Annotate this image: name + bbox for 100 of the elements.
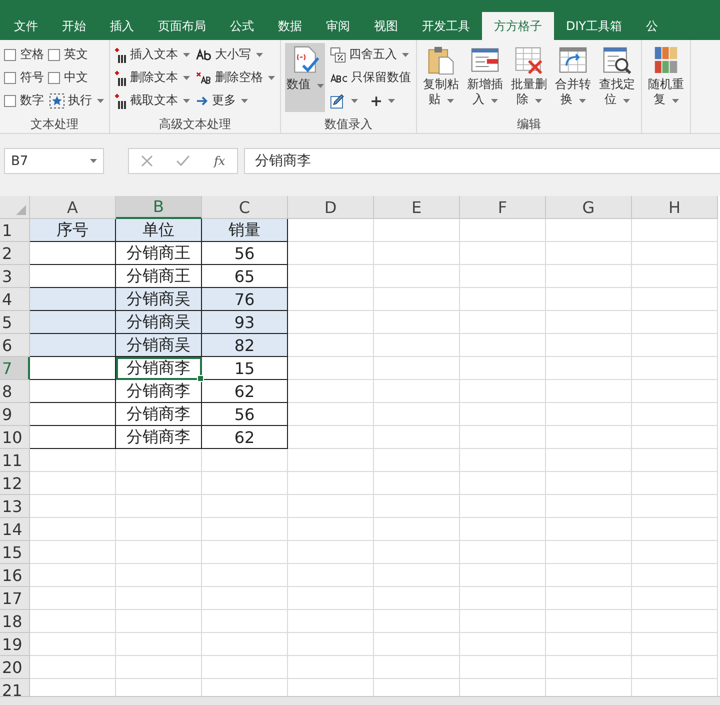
table-cell: 分销商吴 — [116, 311, 202, 334]
row-header[interactable]: 19 — [0, 633, 30, 656]
row-header[interactable]: 4 — [0, 288, 30, 311]
table-cell: 分销商李 — [116, 403, 202, 426]
ribbon-button[interactable]: 执行 — [48, 92, 105, 109]
delete-grid-icon — [514, 45, 544, 75]
column-header[interactable]: G — [546, 196, 632, 219]
color-blocks-icon — [653, 45, 679, 75]
table-cell: 分销商李 — [116, 357, 202, 380]
column-header[interactable]: F — [460, 196, 546, 219]
table-cell: 序号 — [30, 219, 116, 242]
row-header[interactable]: 6 — [0, 334, 30, 357]
ribbon-tab[interactable]: 数据 — [266, 12, 314, 40]
row-header[interactable]: 9 — [0, 403, 30, 426]
ribbon-button[interactable]: 合并转换 — [553, 43, 593, 112]
grid-percent-icon — [330, 46, 346, 62]
ribbon-button[interactable] — [329, 92, 359, 108]
ribbon-button[interactable]: 随机重复 — [646, 43, 686, 112]
row-header[interactable]: 15 — [0, 541, 30, 564]
row-header[interactable]: 7 — [0, 357, 30, 380]
ribbon-button[interactable]: 只保留数值 — [329, 69, 412, 86]
letters-icon — [196, 48, 212, 62]
ribbon-tab[interactable]: 视图 — [362, 12, 410, 40]
checkbox[interactable]: 英文 — [48, 46, 105, 63]
text-bars-icon — [115, 46, 127, 62]
table-cell: 分销商李 — [116, 380, 202, 403]
row-header[interactable]: 8 — [0, 380, 30, 403]
select-all-corner[interactable] — [0, 196, 30, 219]
row-header[interactable]: 10 — [0, 426, 30, 449]
table-cell: 单位 — [116, 219, 202, 242]
table-cell: 56 — [202, 403, 288, 426]
row-header[interactable]: 5 — [0, 311, 30, 334]
ribbon-tab[interactable]: 开始 — [50, 12, 98, 40]
ribbon-button[interactable]: 复制粘贴 — [421, 43, 461, 112]
column-header[interactable]: E — [374, 196, 460, 219]
ribbon-button[interactable]: 插入文本 — [114, 46, 191, 63]
ribbon-tab[interactable]: 开发工具 — [410, 12, 482, 40]
check-icon[interactable] — [176, 155, 190, 167]
ribbon-button[interactable]: 新增插入 — [465, 43, 505, 112]
formula-field[interactable]: 分销商李 — [244, 148, 720, 174]
table-cell: 76 — [202, 288, 288, 311]
row-header[interactable]: 18 — [0, 610, 30, 633]
ribbon-button[interactable]: + — [369, 92, 396, 110]
row-header[interactable]: 1 — [0, 219, 30, 242]
ribbon-tab[interactable]: 审阅 — [314, 12, 362, 40]
column-header[interactable]: B — [116, 196, 202, 219]
table-cell: 分销商吴 — [116, 334, 202, 357]
row-header[interactable]: 2 — [0, 242, 30, 265]
row-header[interactable]: 3 — [0, 265, 30, 288]
group-label: 高级文本处理 — [158, 116, 232, 133]
checkbox[interactable]: 中文 — [48, 69, 105, 86]
row-header[interactable]: 11 — [0, 449, 30, 472]
search-icon — [602, 45, 632, 75]
row-header[interactable]: 20 — [0, 656, 30, 679]
insert-function-button[interactable]: fx — [214, 154, 226, 168]
ribbon-tab[interactable]: 页面布局 — [146, 12, 218, 40]
edit-icon — [330, 92, 346, 108]
ribbon-button[interactable]: 更多 — [195, 92, 276, 109]
ribbon-button[interactable]: 删除空格 — [195, 69, 276, 86]
column-header[interactable]: D — [288, 196, 374, 219]
table-cell: 分销商吴 — [116, 288, 202, 311]
ribbon-tab[interactable]: 插入 — [98, 12, 146, 40]
table-cell: 82 — [202, 334, 288, 357]
table-cell: 93 — [202, 311, 288, 334]
row-header[interactable]: 21 — [0, 679, 30, 696]
column-header[interactable]: H — [632, 196, 718, 219]
cancel-icon[interactable] — [140, 155, 153, 167]
table-cell: 15 — [202, 357, 288, 380]
ribbon-button[interactable]: 查找定位 — [597, 43, 637, 112]
row-header[interactable]: 16 — [0, 564, 30, 587]
ribbon-button[interactable]: 批量删除 — [509, 43, 549, 112]
ribbon-tab[interactable]: 公 — [634, 12, 670, 40]
group-label: 编辑 — [516, 116, 542, 133]
ribbon-tab[interactable]: 方方格子 — [482, 12, 554, 40]
ribbon-tab[interactable]: 文件 — [2, 12, 50, 40]
letters-icon — [330, 72, 348, 84]
column-header[interactable]: A — [30, 196, 116, 219]
ribbon-tab[interactable]: 公式 — [218, 12, 266, 40]
row-header[interactable]: 17 — [0, 587, 30, 610]
table-cell: 分销商王 — [116, 265, 202, 288]
checkbox[interactable]: 符号 — [4, 69, 44, 86]
ribbon-button[interactable]: 删除文本 — [114, 69, 191, 86]
text-bars-icon — [115, 70, 127, 86]
checkbox[interactable]: 空格 — [4, 46, 44, 63]
fill-handle[interactable] — [197, 375, 204, 382]
row-header[interactable]: 14 — [0, 518, 30, 541]
ribbon-button[interactable]: 大小写 — [195, 46, 276, 63]
ribbon-button[interactable]: 截取文本 — [114, 92, 191, 109]
clipboard-icon — [426, 45, 456, 75]
table-cell: 62 — [202, 380, 288, 403]
table-cell: 分销商王 — [116, 242, 202, 265]
row-header[interactable]: 12 — [0, 472, 30, 495]
checkbox[interactable]: 数字 — [4, 92, 44, 109]
name-box[interactable]: B7 — [4, 148, 104, 174]
ribbon-button[interactable]: 四舍五入 — [329, 46, 412, 63]
column-header[interactable]: C — [202, 196, 288, 219]
ribbon-tab[interactable]: DIY工具箱 — [554, 12, 634, 40]
row-header[interactable]: 13 — [0, 495, 30, 518]
ribbon-button[interactable]: 数值 — [285, 43, 325, 112]
table-cell: 销量 — [202, 219, 288, 242]
